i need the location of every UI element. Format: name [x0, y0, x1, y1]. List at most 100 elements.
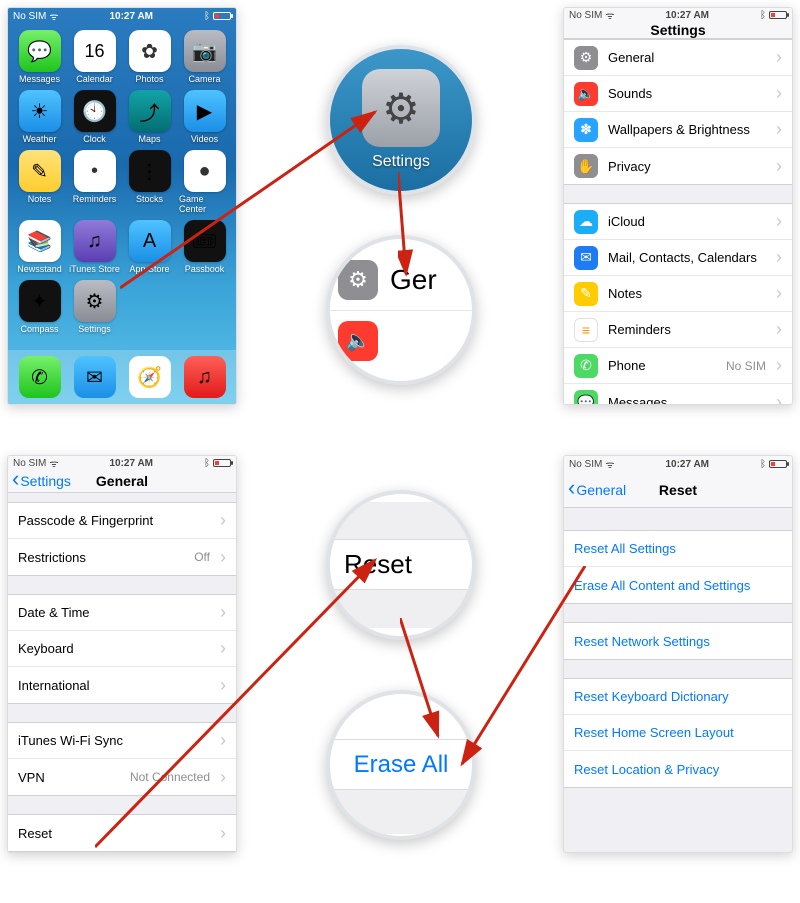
row-reset-all-settings[interactable]: Reset All Settings: [564, 531, 792, 567]
row-label: Passcode & Fingerprint: [18, 513, 210, 528]
row-restrictions[interactable]: RestrictionsOff›: [8, 539, 236, 575]
settings-row-phone[interactable]: ✆PhoneNo SIM›: [564, 348, 792, 384]
app-settings[interactable]: ⚙ Settings: [69, 280, 120, 334]
app-label: App Store: [129, 264, 169, 274]
back-button[interactable]: Settings: [12, 473, 71, 489]
app-icon: ✎: [19, 150, 61, 192]
dock: ✆ ✉ 🧭 ♫: [8, 350, 236, 404]
app-reminders[interactable]: •Reminders: [69, 150, 120, 214]
row-icon: ✽: [574, 118, 598, 142]
app-compass[interactable]: ✦Compass: [14, 280, 65, 334]
carrier-label: No SIM: [569, 10, 602, 21]
magnifier-text: Erase All: [330, 740, 472, 790]
bluetooth-icon: ᛒ: [204, 11, 210, 22]
app-maps[interactable]: ⤴Maps: [124, 90, 175, 144]
app-label: Reminders: [73, 194, 117, 204]
chevron-right-icon: ›: [220, 823, 226, 844]
carrier-label: No SIM: [569, 459, 602, 470]
app-messages[interactable]: 💬Messages: [14, 30, 65, 84]
row-reset-keyboard-dictionary[interactable]: Reset Keyboard Dictionary: [564, 679, 792, 715]
row-itunes-wi-fi-sync[interactable]: iTunes Wi-Fi Sync›: [8, 723, 236, 759]
app-label: Settings: [78, 324, 111, 334]
battery-icon: [213, 12, 231, 20]
app-videos[interactable]: ▶Videos: [179, 90, 230, 144]
settings-row-notes[interactable]: ✎Notes›: [564, 276, 792, 312]
app-icon: 16: [74, 30, 116, 72]
magnifier-erase-row: Erase All: [326, 690, 476, 840]
chevron-right-icon: ›: [776, 83, 782, 104]
app-photos[interactable]: ✿Photos: [124, 30, 175, 84]
app-label: Passbook: [185, 264, 225, 274]
app-icon: ☀: [19, 90, 61, 132]
clock-label: 10:27 AM: [109, 11, 153, 22]
app-game-center[interactable]: ●Game Center: [179, 150, 230, 214]
app-icon: 🕙: [74, 90, 116, 132]
app-clock[interactable]: 🕙Clock: [69, 90, 120, 144]
page-title: Reset: [659, 482, 697, 498]
row-label: iCloud: [608, 214, 766, 229]
row-passcode-fingerprint[interactable]: Passcode & Fingerprint›: [8, 503, 236, 539]
row-reset-home-screen-layout[interactable]: Reset Home Screen Layout: [564, 715, 792, 751]
chevron-right-icon: ›: [220, 638, 226, 659]
app-camera[interactable]: 📷Camera: [179, 30, 230, 84]
app-weather[interactable]: ☀Weather: [14, 90, 65, 144]
battery-icon: [213, 459, 231, 467]
app-passbook[interactable]: 🎟Passbook: [179, 220, 230, 274]
settings-row-mail-contacts-calendars[interactable]: ✉Mail, Contacts, Calendars›: [564, 240, 792, 276]
row-label: Keyboard: [18, 641, 210, 656]
row-reset-location-privacy[interactable]: Reset Location & Privacy: [564, 751, 792, 787]
dock-app-safari[interactable]: 🧭: [129, 356, 171, 398]
row-detail: Not Connected: [130, 770, 210, 784]
settings-row-privacy[interactable]: ✋Privacy›: [564, 148, 792, 184]
dock-app-music[interactable]: ♫: [184, 356, 226, 398]
row-keyboard[interactable]: Keyboard ›: [8, 631, 236, 667]
bluetooth-icon: ᛒ: [204, 458, 210, 469]
row-label: Notes: [608, 286, 766, 301]
back-button[interactable]: General: [568, 482, 626, 498]
row-label: Restrictions: [18, 550, 184, 565]
app-icon: 📷: [184, 30, 226, 72]
row-icon: ✋: [574, 154, 598, 178]
app-label: Videos: [191, 134, 218, 144]
row-vpn[interactable]: VPNNot Connected›: [8, 759, 236, 795]
row-icon: ✆: [574, 354, 598, 378]
wifi-icon: ᯤ: [605, 457, 614, 471]
settings-row-wallpapers-brightness[interactable]: ✽Wallpapers & Brightness›: [564, 112, 792, 148]
app-itunes-store[interactable]: ♫iTunes Store: [69, 220, 120, 274]
reset-section: Reset Network Settings: [564, 622, 792, 660]
settings-row-reminders[interactable]: ≡Reminders›: [564, 312, 792, 348]
settings-row-messages[interactable]: 💬Messages›: [564, 384, 792, 405]
chevron-right-icon: ›: [776, 283, 782, 304]
chevron-right-icon: ›: [220, 767, 226, 788]
dock-app-mail[interactable]: ✉: [74, 356, 116, 398]
row-label: Reset Home Screen Layout: [574, 725, 782, 740]
battery-icon: [769, 11, 787, 19]
app-newsstand[interactable]: 📚Newsstand: [14, 220, 65, 274]
app-icon: ●: [184, 150, 226, 192]
app-label: Messages: [19, 74, 60, 84]
row-date-time[interactable]: Date & Time›: [8, 595, 236, 631]
settings-row-sounds[interactable]: 🔈Sounds›: [564, 76, 792, 112]
app-stocks[interactable]: ⋮Stocks: [124, 150, 175, 214]
row-label: Date & Time: [18, 605, 210, 620]
chevron-left-icon: [568, 482, 575, 498]
app-icon: ⚙: [74, 280, 116, 322]
row-international[interactable]: International›: [8, 667, 236, 703]
settings-row-icloud[interactable]: ☁iCloud›: [564, 204, 792, 240]
dock-app-phone[interactable]: ✆: [19, 356, 61, 398]
app-calendar[interactable]: 16Calendar: [69, 30, 120, 84]
app-app-store[interactable]: AApp Store: [124, 220, 175, 274]
magnifier-settings-icon: ⚙ Settings: [326, 45, 476, 195]
chevron-right-icon: ›: [776, 156, 782, 177]
settings-row-general[interactable]: ⚙General›: [564, 40, 792, 76]
battery-icon: [769, 460, 787, 468]
status-bar: No SIM ᯤ 10:27 AM ᛒ: [564, 8, 792, 22]
app-label: Notes: [28, 194, 52, 204]
row-detail: No SIM: [726, 359, 766, 373]
row-reset[interactable]: Reset›: [8, 815, 236, 851]
chevron-right-icon: ›: [776, 119, 782, 140]
app-notes[interactable]: ✎ Notes: [14, 150, 65, 214]
chevron-left-icon: [12, 473, 19, 489]
row-reset-network-settings[interactable]: Reset Network Settings: [564, 623, 792, 659]
row-erase-all-content-and-settings[interactable]: Erase All Content and Settings: [564, 567, 792, 603]
